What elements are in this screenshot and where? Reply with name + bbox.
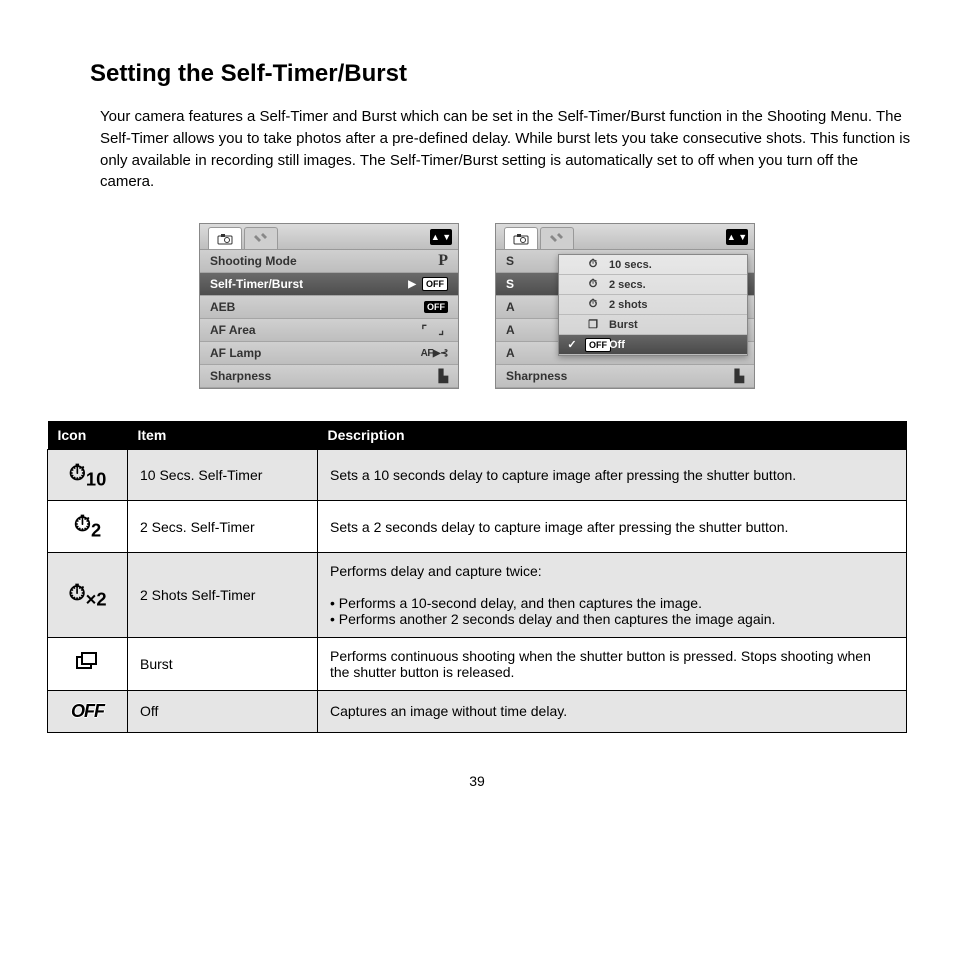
af-area-icon: ⌜ ⌟ <box>421 323 448 337</box>
camera-icon <box>217 233 233 245</box>
popup-label: 2 shots <box>609 299 648 311</box>
tab-setup[interactable] <box>540 227 574 249</box>
timer-2-icon: ⏱ <box>585 278 601 291</box>
cell-desc: Sets a 2 seconds delay to capture image … <box>318 501 907 552</box>
tab-setup[interactable] <box>244 227 278 249</box>
tab-camera[interactable] <box>504 227 538 249</box>
popup-label: 10 secs. <box>609 259 652 271</box>
timer-2shots-icon: ⏱ <box>585 298 601 311</box>
wrench-icon <box>253 232 269 246</box>
camera-menu-screen-2: ▲ ▼ S S A A A Sharpness ▙ ⏱ 10 secs. ⏱ 2… <box>495 223 755 389</box>
cell-item: Off <box>128 690 318 732</box>
popup-option-10secs[interactable]: ⏱ 10 secs. <box>559 255 747 275</box>
table-row: ⏱2 2 Secs. Self-Timer Sets a 2 seconds d… <box>48 501 907 552</box>
cell-desc: Captures an image without time delay. <box>318 690 907 732</box>
cell-desc: Sets a 10 seconds delay to capture image… <box>318 450 907 501</box>
popup-option-2secs[interactable]: ⏱ 2 secs. <box>559 275 747 295</box>
scroll-arrows[interactable]: ▲ ▼ <box>430 229 452 245</box>
intro-paragraph: Your camera features a Self-Timer and Bu… <box>100 106 914 193</box>
menu-label: AF Area <box>210 323 256 337</box>
wrench-icon <box>549 232 565 246</box>
menu-sharpness-bg: Sharpness ▙ <box>496 365 754 388</box>
menu-af-area[interactable]: AF Area ⌜ ⌟ <box>200 319 458 342</box>
popup-option-off[interactable]: ✓ OFF Off <box>559 335 747 355</box>
page-number: 39 <box>40 773 914 789</box>
menu-label: Self-Timer/Burst <box>210 277 303 291</box>
timer-2-icon: ⏱2 <box>74 511 101 536</box>
menu-shooting-mode[interactable]: Shooting Mode P <box>200 250 458 273</box>
menu-self-timer-burst[interactable]: Self-Timer/Burst ▶ OFF <box>200 273 458 296</box>
popup-option-2shots[interactable]: ⏱ 2 shots <box>559 295 747 315</box>
table-row: Burst Performs continuous shooting when … <box>48 637 907 690</box>
burst-icon <box>75 651 101 676</box>
cell-desc: Performs continuous shooting when the sh… <box>318 637 907 690</box>
menu-label: AF Lamp <box>210 346 261 360</box>
menu-sharpness[interactable]: Sharpness ▙ <box>200 365 458 388</box>
sharpness-icon: ▙ <box>439 369 448 383</box>
af-lamp-icon: AF▶⊰ <box>421 348 448 359</box>
screenshots-row: ▲ ▼ Shooting Mode P Self-Timer/Burst ▶ O… <box>40 223 914 389</box>
burst-icon: ❐ <box>585 318 601 331</box>
tab-bar: ▲ ▼ <box>200 224 458 250</box>
popup-label: 2 secs. <box>609 279 646 291</box>
table-row: ⏱10 10 Secs. Self-Timer Sets a 10 second… <box>48 450 907 501</box>
description-table: Icon Item Description ⏱10 10 Secs. Self-… <box>47 421 907 733</box>
menu-label: Sharpness <box>506 369 567 383</box>
page-title: Setting the Self-Timer/Burst <box>90 60 914 88</box>
self-timer-popup: ⏱ 10 secs. ⏱ 2 secs. ⏱ 2 shots ❐ Burst ✓… <box>558 254 748 356</box>
popup-label: Burst <box>609 319 638 331</box>
table-row: ⏱×2 2 Shots Self-Timer Performs delay an… <box>48 552 907 637</box>
value-off-badge: OFF <box>422 277 448 291</box>
th-item: Item <box>128 421 318 450</box>
chevron-right-icon: ▶ <box>408 279 416 290</box>
menu-label: Shooting Mode <box>210 254 297 268</box>
th-desc: Description <box>318 421 907 450</box>
table-row: OFF Off Captures an image without time d… <box>48 690 907 732</box>
timer-10-icon: ⏱10 <box>69 460 107 485</box>
cell-item: 10 Secs. Self-Timer <box>128 450 318 501</box>
off-badge-icon: OFF <box>585 338 611 352</box>
value-p: P <box>438 252 448 270</box>
value-off-badge: OFF <box>424 301 448 313</box>
th-icon: Icon <box>48 421 128 450</box>
check-icon: ✓ <box>567 338 577 351</box>
cell-item: Burst <box>128 637 318 690</box>
menu-label: AEB <box>210 300 235 314</box>
timer-2shots-icon: ⏱×2 <box>68 580 106 605</box>
cell-item: 2 Shots Self-Timer <box>128 552 318 637</box>
sharpness-icon: ▙ <box>735 369 744 383</box>
camera-icon <box>513 233 529 245</box>
menu-af-lamp[interactable]: AF Lamp AF▶⊰ <box>200 342 458 365</box>
tab-camera[interactable] <box>208 227 242 249</box>
scroll-arrows[interactable]: ▲ ▼ <box>726 229 748 245</box>
menu-aeb[interactable]: AEB OFF <box>200 296 458 319</box>
timer-10-icon: ⏱ <box>585 258 601 271</box>
popup-label: Off <box>609 339 625 351</box>
cell-item: 2 Secs. Self-Timer <box>128 501 318 552</box>
tab-bar: ▲ ▼ <box>496 224 754 250</box>
menu-label: Sharpness <box>210 369 271 383</box>
camera-menu-screen-1: ▲ ▼ Shooting Mode P Self-Timer/Burst ▶ O… <box>199 223 459 389</box>
off-icon: OFF <box>71 701 104 722</box>
popup-option-burst[interactable]: ❐ Burst <box>559 315 747 335</box>
cell-desc: Performs delay and capture twice: • Perf… <box>318 552 907 637</box>
